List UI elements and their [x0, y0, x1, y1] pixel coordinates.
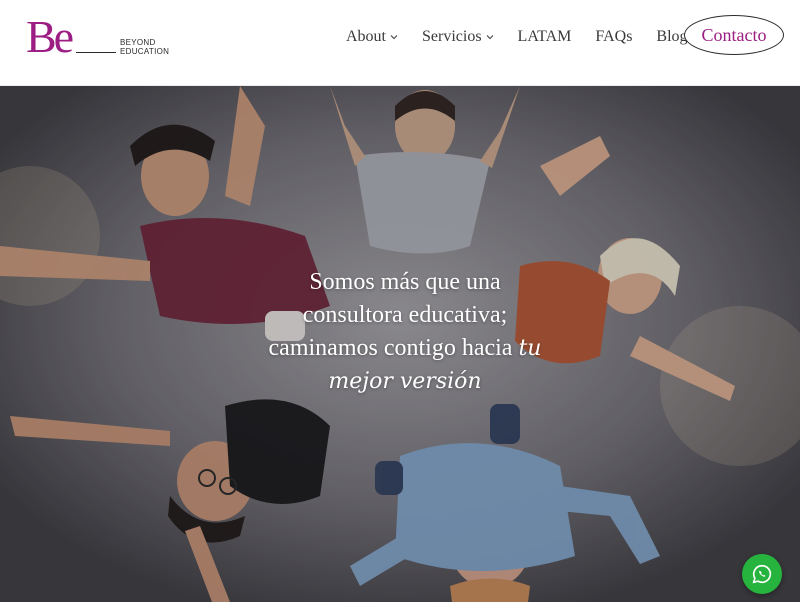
contacto-button[interactable]: Contacto	[684, 15, 784, 55]
nav-item-label: FAQs	[595, 28, 633, 45]
hero-line-3-text: caminamos contigo hacia	[268, 335, 513, 361]
nav-item-latam[interactable]: LATAM	[518, 28, 572, 46]
hero-headline: Somos más que una consultora educativa; …	[240, 266, 570, 398]
nav-item-label: Servicios	[422, 28, 482, 45]
nav-item-label: LATAM	[517, 28, 572, 45]
logo-mark: Be	[26, 11, 74, 62]
hero-emphasis-line: mejor versión	[328, 369, 482, 394]
hero-section: Somos más que una consultora educativa; …	[0, 86, 800, 602]
chevron-down-icon	[390, 33, 398, 41]
whatsapp-button[interactable]	[742, 554, 782, 594]
logo[interactable]: Be BEYOND EDUCATION	[26, 11, 169, 62]
chevron-down-icon	[486, 33, 494, 41]
hero-line-3: caminamos contigo hacia tu	[240, 332, 570, 365]
nav-item-servicios[interactable]: Servicios	[422, 28, 494, 46]
logo-line-2: EDUCATION	[120, 47, 170, 56]
logo-line-1: BEYOND	[120, 38, 156, 47]
site-header: Be BEYOND EDUCATION About Servicios LATA…	[0, 0, 800, 86]
logo-wordmark: BEYOND EDUCATION	[120, 38, 180, 56]
logo-divider	[76, 52, 116, 53]
whatsapp-icon	[752, 564, 772, 584]
nav-item-label: Blog	[656, 28, 688, 45]
nav-item-about[interactable]: About	[346, 28, 398, 46]
hero-line-1: Somos más que una	[309, 269, 501, 295]
nav-item-blog[interactable]: Blog	[656, 28, 687, 46]
nav-item-faqs[interactable]: FAQs	[595, 28, 632, 46]
hero-line-2: consultora educativa;	[302, 302, 508, 328]
nav-item-label: About	[346, 28, 386, 45]
main-nav: About Servicios LATAM FAQs Blog	[346, 26, 712, 48]
hero-emphasis-inline: tu	[518, 336, 542, 361]
